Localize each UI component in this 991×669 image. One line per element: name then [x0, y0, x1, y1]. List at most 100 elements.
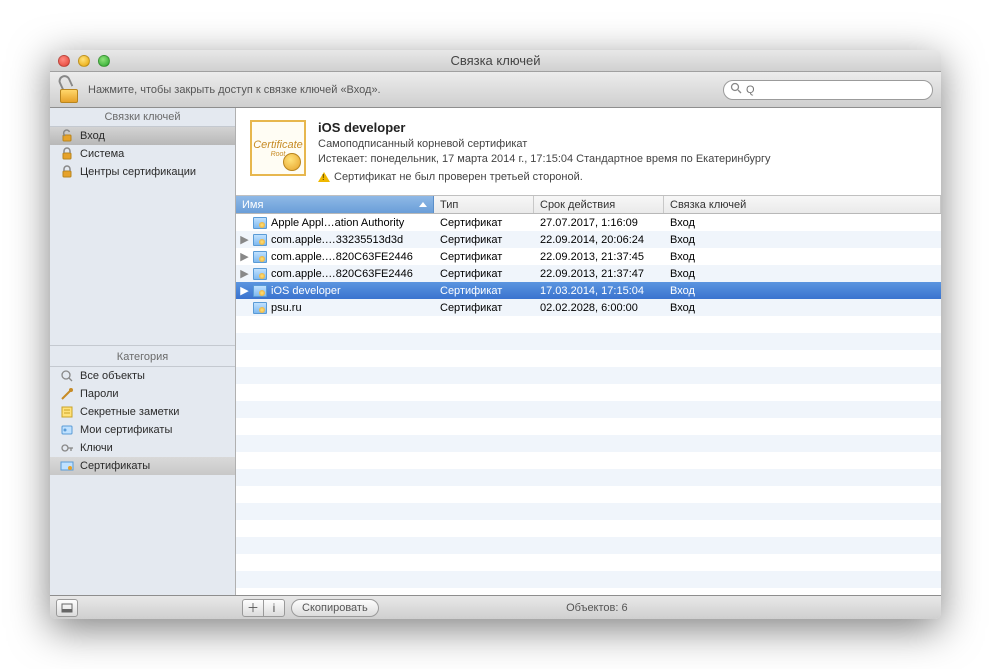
keychain-item[interactable]: Система: [50, 145, 235, 163]
key-icon: [60, 441, 74, 455]
certificate-icon: [253, 302, 267, 314]
lock-icon: [60, 165, 74, 179]
category-label: Пароли: [80, 388, 119, 400]
keychain-label: Система: [80, 148, 124, 160]
table-row[interactable]: psu.ruСертификат02.02.2028, 6:00:00Вход: [236, 299, 941, 316]
view-mode-button[interactable]: [56, 599, 78, 617]
category-label: Сертификаты: [80, 460, 150, 472]
column-type[interactable]: Тип: [434, 196, 534, 213]
disclosure-triangle[interactable]: ▶: [240, 250, 249, 263]
search-input[interactable]: [744, 83, 926, 97]
category-heading: Категория: [50, 348, 235, 367]
cell-name: Apple Appl…ation Authority: [271, 217, 404, 229]
category-item[interactable]: Пароли: [50, 385, 235, 403]
cell-keychain: Вход: [664, 268, 941, 280]
object-count: Объектов: 6: [385, 602, 809, 614]
cell-type: Сертификат: [434, 251, 534, 263]
cell-type: Сертификат: [434, 285, 534, 297]
table-row[interactable]: ▶ com.apple.…33235513d3d Сертификат22.09.2…: [236, 231, 941, 248]
cell-type: Сертификат: [434, 268, 534, 280]
disclosure-triangle[interactable]: ▶: [240, 284, 249, 297]
certificate-detail: Certificate Root iOS developer Самоподпи…: [236, 108, 941, 196]
cell-expires: 22.09.2013, 21:37:47: [534, 268, 664, 280]
sort-asc-icon: [419, 202, 427, 207]
empty-row: [236, 350, 941, 367]
search-field[interactable]: [723, 80, 933, 100]
cell-expires: 22.09.2014, 20:06:24: [534, 234, 664, 246]
certificate-icon: [253, 268, 267, 280]
category-label: Ключи: [80, 442, 113, 454]
lock-toggle-icon[interactable]: [58, 77, 80, 103]
cell-expires: 22.09.2013, 21:37:45: [534, 251, 664, 263]
disclosure-triangle[interactable]: ▶: [240, 233, 249, 246]
cell-name: com.apple.…820C63FE2446: [271, 268, 413, 280]
main-pane: Certificate Root iOS developer Самоподпи…: [236, 108, 941, 595]
cell-keychain: Вход: [664, 251, 941, 263]
empty-row: [236, 435, 941, 452]
category-item[interactable]: Сертификаты: [50, 457, 235, 475]
copy-button[interactable]: Скопировать: [291, 599, 379, 617]
toolbar: Нажмите, чтобы закрыть доступ к связке к…: [50, 72, 941, 108]
empty-row: [236, 469, 941, 486]
column-keychain[interactable]: Связка ключей: [664, 196, 941, 213]
keychain-label: Вход: [80, 130, 105, 142]
empty-row: [236, 333, 941, 350]
keychain-item[interactable]: Вход: [50, 127, 235, 145]
table-row[interactable]: Apple Appl…ation AuthorityСертификат27.0…: [236, 214, 941, 231]
cell-type: Сертификат: [434, 302, 534, 314]
empty-row: [236, 503, 941, 520]
empty-row: [236, 486, 941, 503]
empty-row: [236, 367, 941, 384]
cell-expires: 17.03.2014, 17:15:04: [534, 285, 664, 297]
category-item[interactable]: Ключи: [50, 439, 235, 457]
empty-row: [236, 384, 941, 401]
unlock-icon: [60, 129, 74, 143]
window-title: Связка ключей: [50, 53, 941, 68]
badge-icon: [60, 423, 74, 437]
category-item[interactable]: Секретные заметки: [50, 403, 235, 421]
category-item[interactable]: Все объекты: [50, 367, 235, 385]
add-button[interactable]: ＋: [242, 599, 264, 617]
empty-row: [236, 316, 941, 333]
sidebar: Связки ключей ВходСистемаЦентры сертифик…: [50, 108, 236, 595]
warning-icon: [318, 172, 330, 182]
cell-expires: 27.07.2017, 1:16:09: [534, 217, 664, 229]
column-name[interactable]: Имя: [236, 196, 434, 213]
certificate-expires: Истекает: понедельник, 17 марта 2014 г.,…: [318, 152, 771, 167]
cell-type: Сертификат: [434, 234, 534, 246]
cell-name: iOS developer: [271, 285, 341, 297]
empty-row: [236, 571, 941, 588]
cell-keychain: Вход: [664, 302, 941, 314]
cell-name: com.apple.…820C63FE2446: [271, 251, 413, 263]
table-row[interactable]: ▶ com.apple.…820C63FE2446 Сертификат22.09.…: [236, 248, 941, 265]
cell-keychain: Вход: [664, 217, 941, 229]
table-row[interactable]: ▶ com.apple.…820C63FE2446 Сертификат22.09.…: [236, 265, 941, 282]
column-expires[interactable]: Срок действия: [534, 196, 664, 213]
keychain-item[interactable]: Центры сертификации: [50, 163, 235, 181]
info-button[interactable]: i: [263, 599, 285, 617]
certificate-warning: Сертификат не был проверен третьей сторо…: [334, 170, 583, 185]
lock-hint-text: Нажмите, чтобы закрыть доступ к связке к…: [88, 84, 381, 96]
cell-name: psu.ru: [271, 302, 302, 314]
key-pen-icon: [60, 387, 74, 401]
empty-row: [236, 537, 941, 554]
keychain-window: Связка ключей Нажмите, чтобы закрыть дос…: [50, 50, 941, 619]
lock-icon: [60, 147, 74, 161]
search-icon: [60, 369, 74, 383]
cell-keychain: Вход: [664, 285, 941, 297]
category-label: Мои сертификаты: [80, 424, 172, 436]
disclosure-triangle[interactable]: ▶: [240, 267, 249, 280]
category-label: Секретные заметки: [80, 406, 179, 418]
empty-row: [236, 588, 941, 595]
empty-row: [236, 554, 941, 571]
table-row[interactable]: ▶ iOS developer Сертификат17.03.2014, 17:1…: [236, 282, 941, 299]
certificate-icon: [253, 285, 267, 297]
category-item[interactable]: Мои сертификаты: [50, 421, 235, 439]
category-label: Все объекты: [80, 370, 145, 382]
empty-row: [236, 520, 941, 537]
cell-name: com.apple.…33235513d3d: [271, 234, 403, 246]
certificate-table: Имя Тип Срок действия Связка ключей Appl…: [236, 196, 941, 595]
certificate-title: iOS developer: [318, 120, 771, 135]
titlebar[interactable]: Связка ключей: [50, 50, 941, 72]
certificate-icon: [253, 234, 267, 246]
